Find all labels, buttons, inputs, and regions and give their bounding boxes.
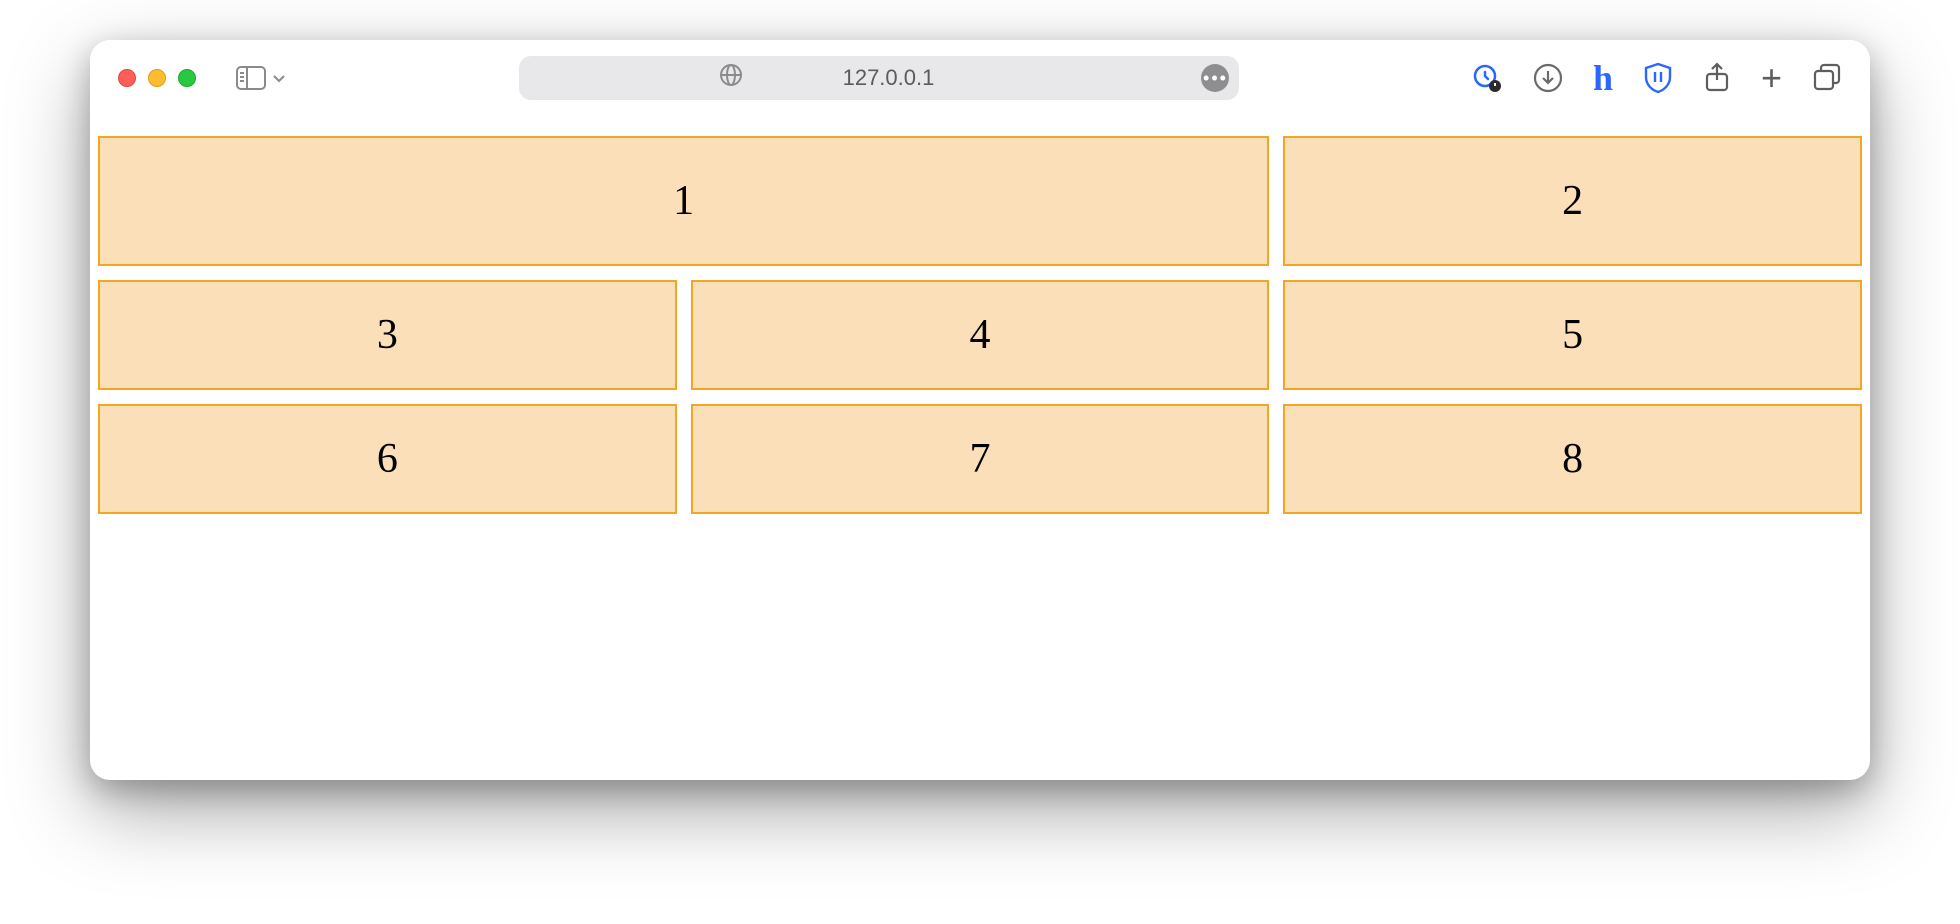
shield-icon[interactable]: [1643, 62, 1673, 94]
grid: 1 2 3 4 5 6 7 8: [98, 136, 1862, 514]
tab-overview-icon[interactable]: [1812, 63, 1842, 93]
browser-window: 127.0.0.1 ••• h: [90, 40, 1870, 780]
grid-cell-5: 5: [1283, 280, 1862, 390]
address-text: 127.0.0.1: [843, 65, 935, 91]
share-icon[interactable]: [1703, 62, 1731, 94]
new-tab-button[interactable]: +: [1761, 57, 1782, 99]
address-bar[interactable]: 127.0.0.1 •••: [519, 56, 1239, 100]
grid-cell-6: 6: [98, 404, 677, 514]
toolbar-right: h +: [1471, 57, 1842, 99]
minimize-window-button[interactable]: [148, 69, 166, 87]
grid-cell-7: 7: [691, 404, 1270, 514]
grid-cell-1: 1: [98, 136, 1269, 266]
close-window-button[interactable]: [118, 69, 136, 87]
window-controls: [118, 69, 196, 87]
sidebar-toggle-button[interactable]: [236, 66, 288, 90]
grid-cell-4: 4: [691, 280, 1270, 390]
honey-extension-icon[interactable]: h: [1593, 57, 1613, 99]
grid-cell-3: 3: [98, 280, 677, 390]
chevron-down-icon: [270, 69, 288, 87]
maximize-window-button[interactable]: [178, 69, 196, 87]
grid-cell-2: 2: [1283, 136, 1862, 266]
titlebar: 127.0.0.1 ••• h: [90, 40, 1870, 116]
downloads-icon[interactable]: [1533, 63, 1563, 93]
privacy-report-icon[interactable]: [1471, 62, 1503, 94]
sidebar-icon: [236, 66, 266, 90]
more-icon[interactable]: •••: [1201, 64, 1229, 92]
page-content: 1 2 3 4 5 6 7 8: [90, 116, 1870, 780]
address-bar-area: 127.0.0.1 •••: [304, 56, 1455, 100]
grid-cell-8: 8: [1283, 404, 1862, 514]
globe-icon: [719, 63, 743, 93]
